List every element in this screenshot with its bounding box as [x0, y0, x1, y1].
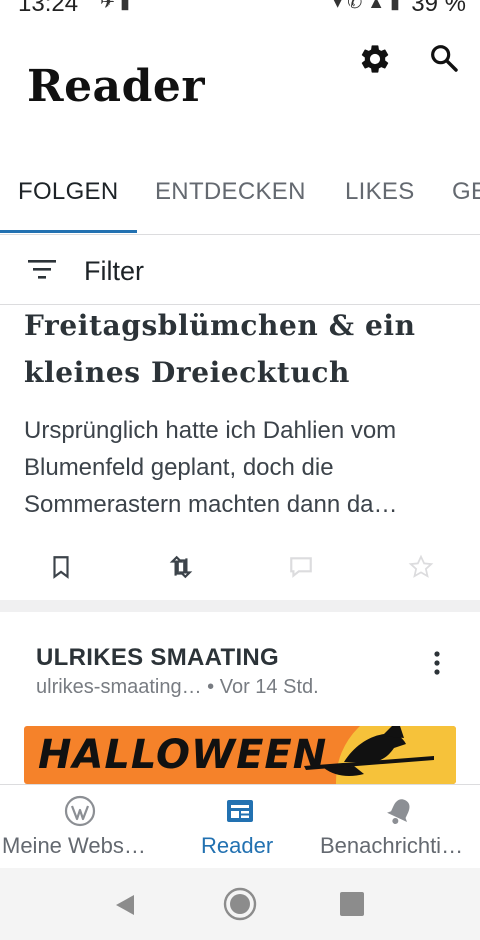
back-icon[interactable]	[112, 892, 138, 918]
filter-bar[interactable]: Filter	[0, 236, 480, 305]
filter-icon	[28, 260, 56, 279]
tab-likes[interactable]: LIKES	[345, 178, 415, 206]
nav-my-sites[interactable]: Meine Webs…	[0, 785, 160, 869]
banner-text: HALLOWEEN	[38, 732, 328, 778]
more-vertical-icon[interactable]	[432, 650, 442, 676]
filter-label[interactable]: Filter	[84, 256, 144, 287]
battery-percent: 39 %	[411, 0, 466, 16]
post-title[interactable]: Freitagsblümchen & ein kleines Dreiecktu…	[24, 302, 464, 396]
nav-my-sites-label: Meine Webs…	[2, 833, 146, 858]
reader-tabs: FOLGEN ENTDECKEN LIKES GE	[0, 166, 480, 235]
wordpress-icon	[64, 795, 96, 827]
tab-folgen[interactable]: FOLGEN	[18, 178, 118, 206]
app-header: Reader	[0, 16, 480, 166]
bell-icon	[387, 799, 410, 824]
recents-icon[interactable]	[340, 892, 364, 916]
tab-entdecken[interactable]: ENTDECKEN	[155, 178, 306, 206]
bottom-navigation: Meine Webs… Reader Benachrichti…	[0, 784, 480, 869]
status-time: 13:24	[18, 0, 79, 16]
card-divider	[0, 600, 480, 612]
star-icon[interactable]	[408, 554, 434, 580]
site-meta: ulrikes-smaating… • Vor 14 Std.	[36, 676, 319, 698]
notification-icons: ✈ ▮	[100, 0, 130, 12]
reader-icon	[227, 800, 253, 822]
post-excerpt[interactable]: Ursprünglich hatte ich Dahlien vom Blume…	[24, 412, 464, 523]
status-bar: 13:24 ✈ ▮ ▾ ✆ ▲ ▮ 39 %	[0, 0, 480, 16]
site-name[interactable]: ULRIKES SMAATING	[36, 644, 279, 672]
bookmark-icon[interactable]	[48, 554, 74, 580]
tab-partial[interactable]: GE	[452, 178, 480, 206]
home-icon[interactable]	[222, 886, 258, 922]
system-navigation-bar	[0, 868, 480, 940]
nav-reader-label: Reader	[201, 833, 274, 858]
signal-icons: ▾ ✆ ▲ ▮	[333, 0, 400, 12]
page-title: Reader	[27, 61, 206, 112]
reblog-icon[interactable]	[168, 554, 194, 580]
gear-icon[interactable]	[358, 42, 392, 76]
featured-image[interactable]: HALLOWEEN	[24, 726, 456, 784]
comment-icon[interactable]	[288, 554, 314, 580]
nav-notifications[interactable]: Benachrichti…	[320, 785, 480, 869]
search-icon[interactable]	[428, 42, 460, 74]
nav-reader[interactable]: Reader	[160, 785, 320, 869]
post-actions	[0, 548, 480, 592]
active-tab-indicator	[0, 230, 137, 233]
nav-notifications-label: Benachrichti…	[320, 833, 464, 858]
